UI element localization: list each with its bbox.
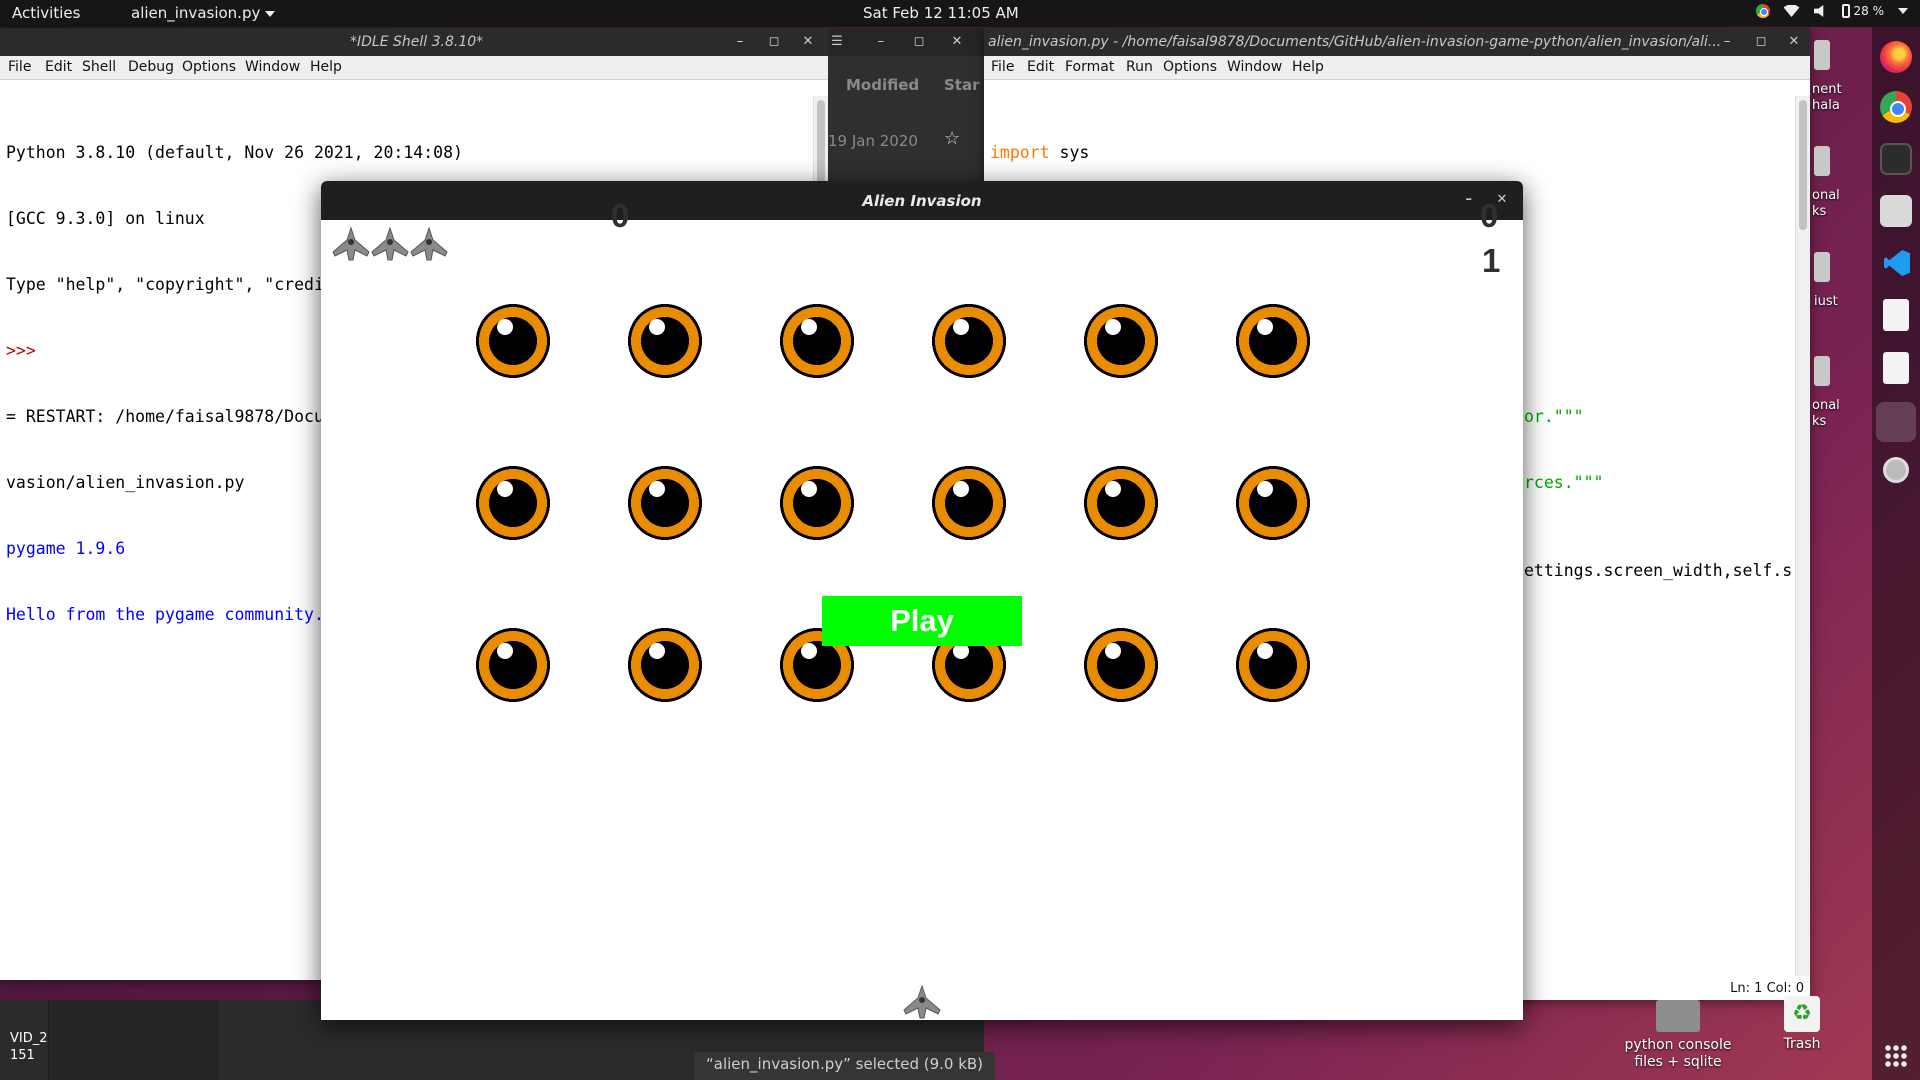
shell-line: Python 3.8.10 (default, Nov 26 2021, 20:… xyxy=(6,143,463,162)
folder-icon xyxy=(1656,1000,1700,1032)
desktop-folder-python-console[interactable]: python console files + sqlite xyxy=(1618,1000,1738,1071)
maximize-icon[interactable]: ◻ xyxy=(1752,33,1770,51)
desktop-file-icon[interactable] xyxy=(1814,146,1830,176)
star-icon[interactable]: ☆ xyxy=(944,128,960,149)
menu-debug[interactable]: Debug xyxy=(128,59,174,75)
menu-format[interactable]: Format xyxy=(1065,59,1114,75)
cursor-position: Ln: 1 Col: 0 xyxy=(1730,981,1804,996)
column-modified[interactable]: Modified xyxy=(846,76,919,94)
volume-icon xyxy=(1813,5,1824,17)
power-menu-caret xyxy=(1898,8,1908,14)
file-selection-status: “alien_invasion.py” selected (9.0 kB) xyxy=(694,1052,996,1080)
hamburger-menu-icon[interactable]: ☰ xyxy=(828,33,846,51)
menu-help[interactable]: Help xyxy=(310,59,342,75)
battery-icon xyxy=(1841,4,1850,18)
keyword: import xyxy=(990,143,1050,162)
close-icon[interactable]: ✕ xyxy=(948,33,966,51)
play-button[interactable]: Play xyxy=(822,596,1022,646)
video-file-label[interactable]: VID_2 151 xyxy=(10,1030,48,1064)
desktop-label-fragment: onal xyxy=(1812,188,1840,203)
desktop-label-fragment: iust xyxy=(1814,294,1838,309)
file-modified-date: 19 Jan 2020 xyxy=(828,132,918,150)
desktop-label-fragment: onal xyxy=(1812,398,1840,413)
close-icon[interactable]: ✕ xyxy=(1785,33,1803,51)
wifi-icon xyxy=(1783,5,1800,17)
files-icon[interactable] xyxy=(1880,195,1912,227)
editor-title: alien_invasion.py - /home/faisal9878/Doc… xyxy=(988,34,1722,50)
desktop-label-fragment: nent xyxy=(1812,82,1842,97)
file-manager-header: ☰ – ◻ ✕ xyxy=(828,28,984,56)
code-fragment: ettings.screen_width,self.s xyxy=(1524,561,1793,580)
editor-menubar: File Edit Format Run Options Window Help xyxy=(984,56,1810,80)
disk-icon[interactable] xyxy=(1883,457,1909,483)
trash-icon: ♻ xyxy=(1784,996,1820,1032)
trash-label: Trash xyxy=(1783,1036,1821,1052)
close-icon[interactable]: ✕ xyxy=(799,33,817,51)
menu-options[interactable]: Options xyxy=(1163,59,1217,75)
editor-titlebar[interactable]: alien_invasion.py - /home/faisal9878/Doc… xyxy=(984,28,1810,56)
menu-window[interactable]: Window xyxy=(245,59,300,75)
chrome-indicator-icon xyxy=(1755,4,1770,18)
dock xyxy=(1872,27,1920,1080)
menu-file[interactable]: File xyxy=(8,59,31,75)
shell-menubar: File Edit Shell Debug Options Window Hel… xyxy=(0,56,828,80)
minimize-icon[interactable]: – xyxy=(872,33,890,51)
python-file-icon[interactable] xyxy=(1883,352,1909,384)
minimize-icon[interactable]: – xyxy=(1460,191,1478,209)
code-fragment: or.""" xyxy=(1524,407,1584,426)
desktop-trash[interactable]: ♻ Trash xyxy=(1772,996,1832,1053)
vscode-icon[interactable] xyxy=(1880,247,1912,279)
menu-window[interactable]: Window xyxy=(1227,59,1282,75)
chevron-down-icon xyxy=(265,10,276,17)
maximize-icon[interactable]: ◻ xyxy=(910,33,928,51)
menu-options[interactable]: Options xyxy=(182,59,236,75)
top-bar: Activities alien_invasion.py Sat Feb 12 … xyxy=(0,0,1920,27)
app-menu-label: alien_invasion.py xyxy=(131,4,261,22)
menu-edit[interactable]: Edit xyxy=(1027,59,1054,75)
firefox-icon[interactable] xyxy=(1880,41,1912,73)
desktop-file-icon[interactable] xyxy=(1814,252,1830,282)
minimize-icon[interactable]: – xyxy=(731,33,749,51)
desktop-label-fragment: ks xyxy=(1812,204,1827,219)
clock[interactable]: Sat Feb 12 11:05 AM xyxy=(863,4,1019,22)
editor-scrollbar[interactable] xyxy=(1795,96,1810,976)
desktop-folder-label: python console files + sqlite xyxy=(1624,1037,1732,1070)
battery-percent: 28 % xyxy=(1853,4,1885,18)
game-title: Alien Invasion xyxy=(862,192,982,210)
terminal-icon[interactable] xyxy=(1880,143,1912,175)
menu-edit[interactable]: Edit xyxy=(45,59,72,75)
game-titlebar[interactable]: Alien Invasion – ✕ xyxy=(321,181,1523,220)
maximize-icon[interactable]: ◻ xyxy=(765,33,783,51)
shell-title: *IDLE Shell 3.8.10* xyxy=(350,34,484,50)
chrome-icon[interactable] xyxy=(1880,91,1912,123)
column-star[interactable]: Star xyxy=(944,76,980,94)
shell-titlebar[interactable]: *IDLE Shell 3.8.10* – ◻ ✕ xyxy=(0,28,828,56)
desktop-label-fragment: ks xyxy=(1812,414,1827,429)
file-row[interactable]: 19 Jan 2020 ☆ xyxy=(828,120,984,164)
scroll-thumb[interactable] xyxy=(1799,100,1807,230)
close-icon[interactable]: ✕ xyxy=(1493,191,1511,209)
menu-shell[interactable]: Shell xyxy=(82,59,116,75)
show-applications-icon[interactable] xyxy=(1884,1044,1908,1068)
desktop-label-fragment: hala xyxy=(1812,98,1840,113)
minimize-icon[interactable]: – xyxy=(1718,33,1736,51)
system-status-area[interactable]: 28 % xyxy=(1755,4,1908,18)
active-app-icon[interactable] xyxy=(1876,402,1916,442)
desktop-file-icon[interactable] xyxy=(1814,356,1830,386)
app-menu[interactable]: alien_invasion.py xyxy=(131,4,276,22)
code-text: sys xyxy=(1049,143,1090,162)
menu-file[interactable]: File xyxy=(991,59,1014,75)
desktop-file-icon[interactable] xyxy=(1814,40,1830,70)
battery-indicator: 28 % xyxy=(1841,4,1885,18)
menu-run[interactable]: Run xyxy=(1126,59,1153,75)
panel-divider xyxy=(48,1000,218,1080)
activities-button[interactable]: Activities xyxy=(12,4,80,22)
python-file-icon[interactable] xyxy=(1883,299,1909,331)
menu-help[interactable]: Help xyxy=(1292,59,1324,75)
code-line: import sys xyxy=(990,142,1209,164)
code-fragment: rces.""" xyxy=(1524,473,1604,492)
